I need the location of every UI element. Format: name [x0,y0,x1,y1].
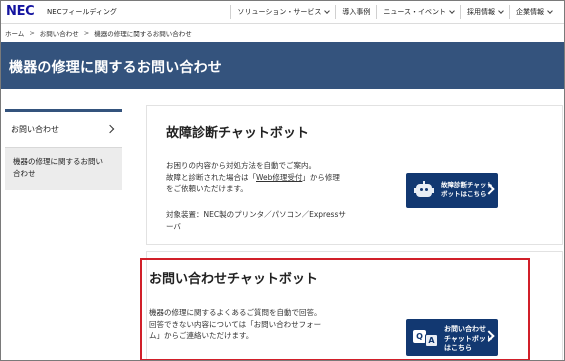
breadcrumb: ホーム > お問い合わせ > 機器の修理に関するお問い合わせ [5,28,192,38]
inquiry-chatbot-button[interactable]: Q A お問い合わせ チャットボット はこちら [406,319,498,356]
nec-logo[interactable]: NEC [6,4,35,19]
description-text: 故障と診断された場合は「 [166,172,256,182]
diagnosis-chatbot-card: 故障診断チャットボット お困りの内容から対処方法を自動でご案内。 故障と診断され… [146,105,563,245]
nav-item-label: ニュース・イベント [383,8,446,16]
brand-name[interactable]: NECフィールディング [47,7,117,17]
nav-item-company[interactable]: 企業情報 [509,5,558,19]
sidebar: お問い合わせ 機器の修理に関するお問い 合わせ [5,109,122,190]
description-line: 機器の修理に関するよくあるご質問を自動で回答。 [149,308,322,317]
nav-item-label: 導入事例 [342,8,371,16]
card-title: お問い合わせチャットボット [149,272,318,287]
robot-icon [414,181,434,200]
description-line: をご依頼いただけます。 [166,184,248,193]
nav-item-case-studies[interactable]: 導入事例 [335,5,376,19]
card-title: 故障診断チャットボット [166,126,309,141]
web-repair-link[interactable]: Web修理受付 [256,173,302,182]
chevron-down-icon [449,7,455,14]
description-line: 故障と診断された場合は「Web修理受付」から修理 [166,172,396,184]
page-frame: NEC NECフィールディング ソリューション・サービス 導入事例 ニュース・イ… [0,0,565,361]
breadcrumb-current: 機器の修理に関するお問い合わせ [94,30,192,38]
sidebar-item-label: お問い合わせ [11,125,59,134]
bubble-a: A [425,334,438,347]
description-line: お困りの内容から対処方法を自動でご案内。 [166,161,316,170]
page-hero: 機器の修理に関するお問い合わせ [1,42,564,89]
description-line: 回答できない内容については「お問い合わせフォー [149,319,322,329]
nav-item-label: ソリューション・サービス [237,8,322,16]
nav-item-recruit[interactable]: 採用情報 [460,5,509,19]
banner-line: はこちら [444,344,472,352]
nav-item-news-events[interactable]: ニュース・イベント [376,5,460,19]
description-text: 」から修理 [302,172,340,182]
diagnosis-chatbot-button[interactable]: 故障診断チャット ボットはこちら [406,173,498,208]
sidebar-item-contact[interactable]: お問い合わせ [5,112,122,148]
breadcrumb-home[interactable]: ホーム [5,28,24,38]
target-line: 対象装置：NEC製のプリンタ／パソコン／Expressサ [166,210,346,219]
nav-item-label: 採用情報 [467,8,495,16]
sidebar-item-repair-inquiry[interactable]: 機器の修理に関するお問い 合わせ [5,148,122,190]
sidebar-item-label: 合わせ [13,169,36,178]
page-title: 機器の修理に関するお問い合わせ [9,60,222,76]
site-header: NEC NECフィールディング ソリューション・サービス 導入事例 ニュース・イ… [1,1,564,24]
chevron-right-icon [105,124,115,134]
global-nav: ソリューション・サービス 導入事例 ニュース・イベント 採用情報 企業情報 [230,1,558,23]
nav-item-solutions[interactable]: ソリューション・サービス [230,5,335,19]
breadcrumb-separator: > [83,29,90,37]
card-description: お困りの内容から対処方法を自動でご案内。 故障と診断された場合は「Web修理受付… [166,160,396,195]
breadcrumb-separator: > [29,29,35,37]
breadcrumb-contact[interactable]: お問い合わせ [40,28,79,38]
description-line: ム」からご連絡いただけます。 [149,331,254,340]
target-devices: 対象装置：NEC製のプリンタ／パソコン／Expressサ ーバ [166,209,386,232]
target-line: ーバ [166,221,181,231]
qa-bubbles-icon: Q A [413,328,439,348]
sidebar-item-label: 機器の修理に関するお問い [13,157,103,166]
chevron-down-icon [547,7,553,14]
chevron-down-icon [324,7,331,14]
chevron-down-icon [498,7,504,14]
nav-item-label: 企業情報 [516,8,544,16]
card-description: 機器の修理に関するよくあるご質問を自動で回答。 回答できない内容については「お問… [149,307,389,342]
